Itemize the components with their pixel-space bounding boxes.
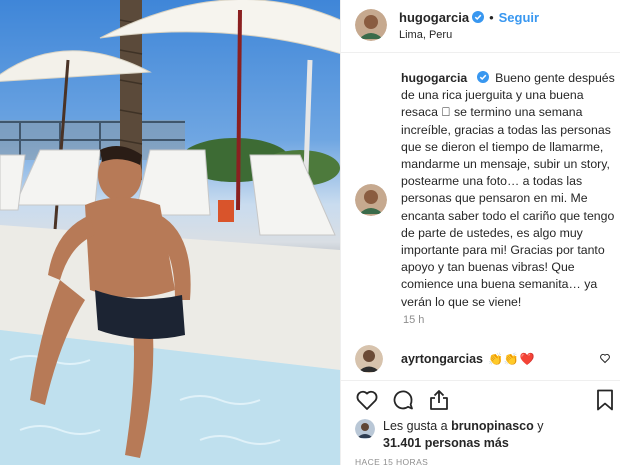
caption-block: hugogarcia Bueno gente después de una ri… <box>355 70 617 311</box>
follow-button[interactable]: Seguir <box>499 10 539 25</box>
post-photo[interactable] <box>0 0 340 465</box>
comment-text: 👏👏❤️ <box>487 352 536 366</box>
comment-icon[interactable] <box>391 388 415 412</box>
actions-divider <box>341 380 620 381</box>
post-photo-illustration <box>0 0 340 465</box>
comment-heart-icon[interactable] <box>599 352 611 364</box>
likes-text: Les gusta a brunopinasco y 31.401 person… <box>383 418 544 452</box>
verified-badge-icon <box>476 71 489 83</box>
likes-summary: Les gusta a brunopinasco y 31.401 person… <box>355 418 617 452</box>
likes-count[interactable]: 31.401 personas más <box>383 435 544 452</box>
caption-text: hugogarcia Bueno gente después de una ri… <box>401 70 617 311</box>
post-location[interactable]: Lima, Peru <box>399 29 539 41</box>
likes-prefix: Les gusta a <box>383 419 448 433</box>
post-date[interactable]: HACE 15 HORAS <box>355 457 428 465</box>
separator-dot: • <box>489 9 494 25</box>
post-sidebar: hugogarcia • Seguir Lima, Peru hugogarci… <box>340 0 620 465</box>
liker-avatar[interactable] <box>355 419 375 439</box>
comment-row: ayrtongarcias 👏👏❤️ <box>355 345 617 373</box>
commenter-avatar[interactable] <box>355 345 383 373</box>
caption-avatar[interactable] <box>355 184 387 216</box>
caption-body: Bueno gente después de una rica juerguit… <box>401 71 615 309</box>
post-header: hugogarcia • Seguir Lima, Peru <box>355 4 617 46</box>
share-icon[interactable] <box>427 388 451 412</box>
header-divider <box>341 52 620 53</box>
likes-conjunction: y <box>537 419 544 433</box>
author-username[interactable]: hugogarcia <box>399 10 469 25</box>
action-bar <box>355 388 617 412</box>
bookmark-icon[interactable] <box>593 388 617 412</box>
heart-icon[interactable] <box>355 388 379 412</box>
caption-timestamp[interactable]: 15 h <box>403 314 424 326</box>
verified-badge-icon <box>472 11 485 23</box>
liker-username[interactable]: brunopinasco <box>451 419 534 433</box>
caption-username[interactable]: hugogarcia <box>401 71 467 85</box>
commenter-username[interactable]: ayrtongarcias <box>401 352 483 366</box>
author-avatar[interactable] <box>355 9 387 41</box>
